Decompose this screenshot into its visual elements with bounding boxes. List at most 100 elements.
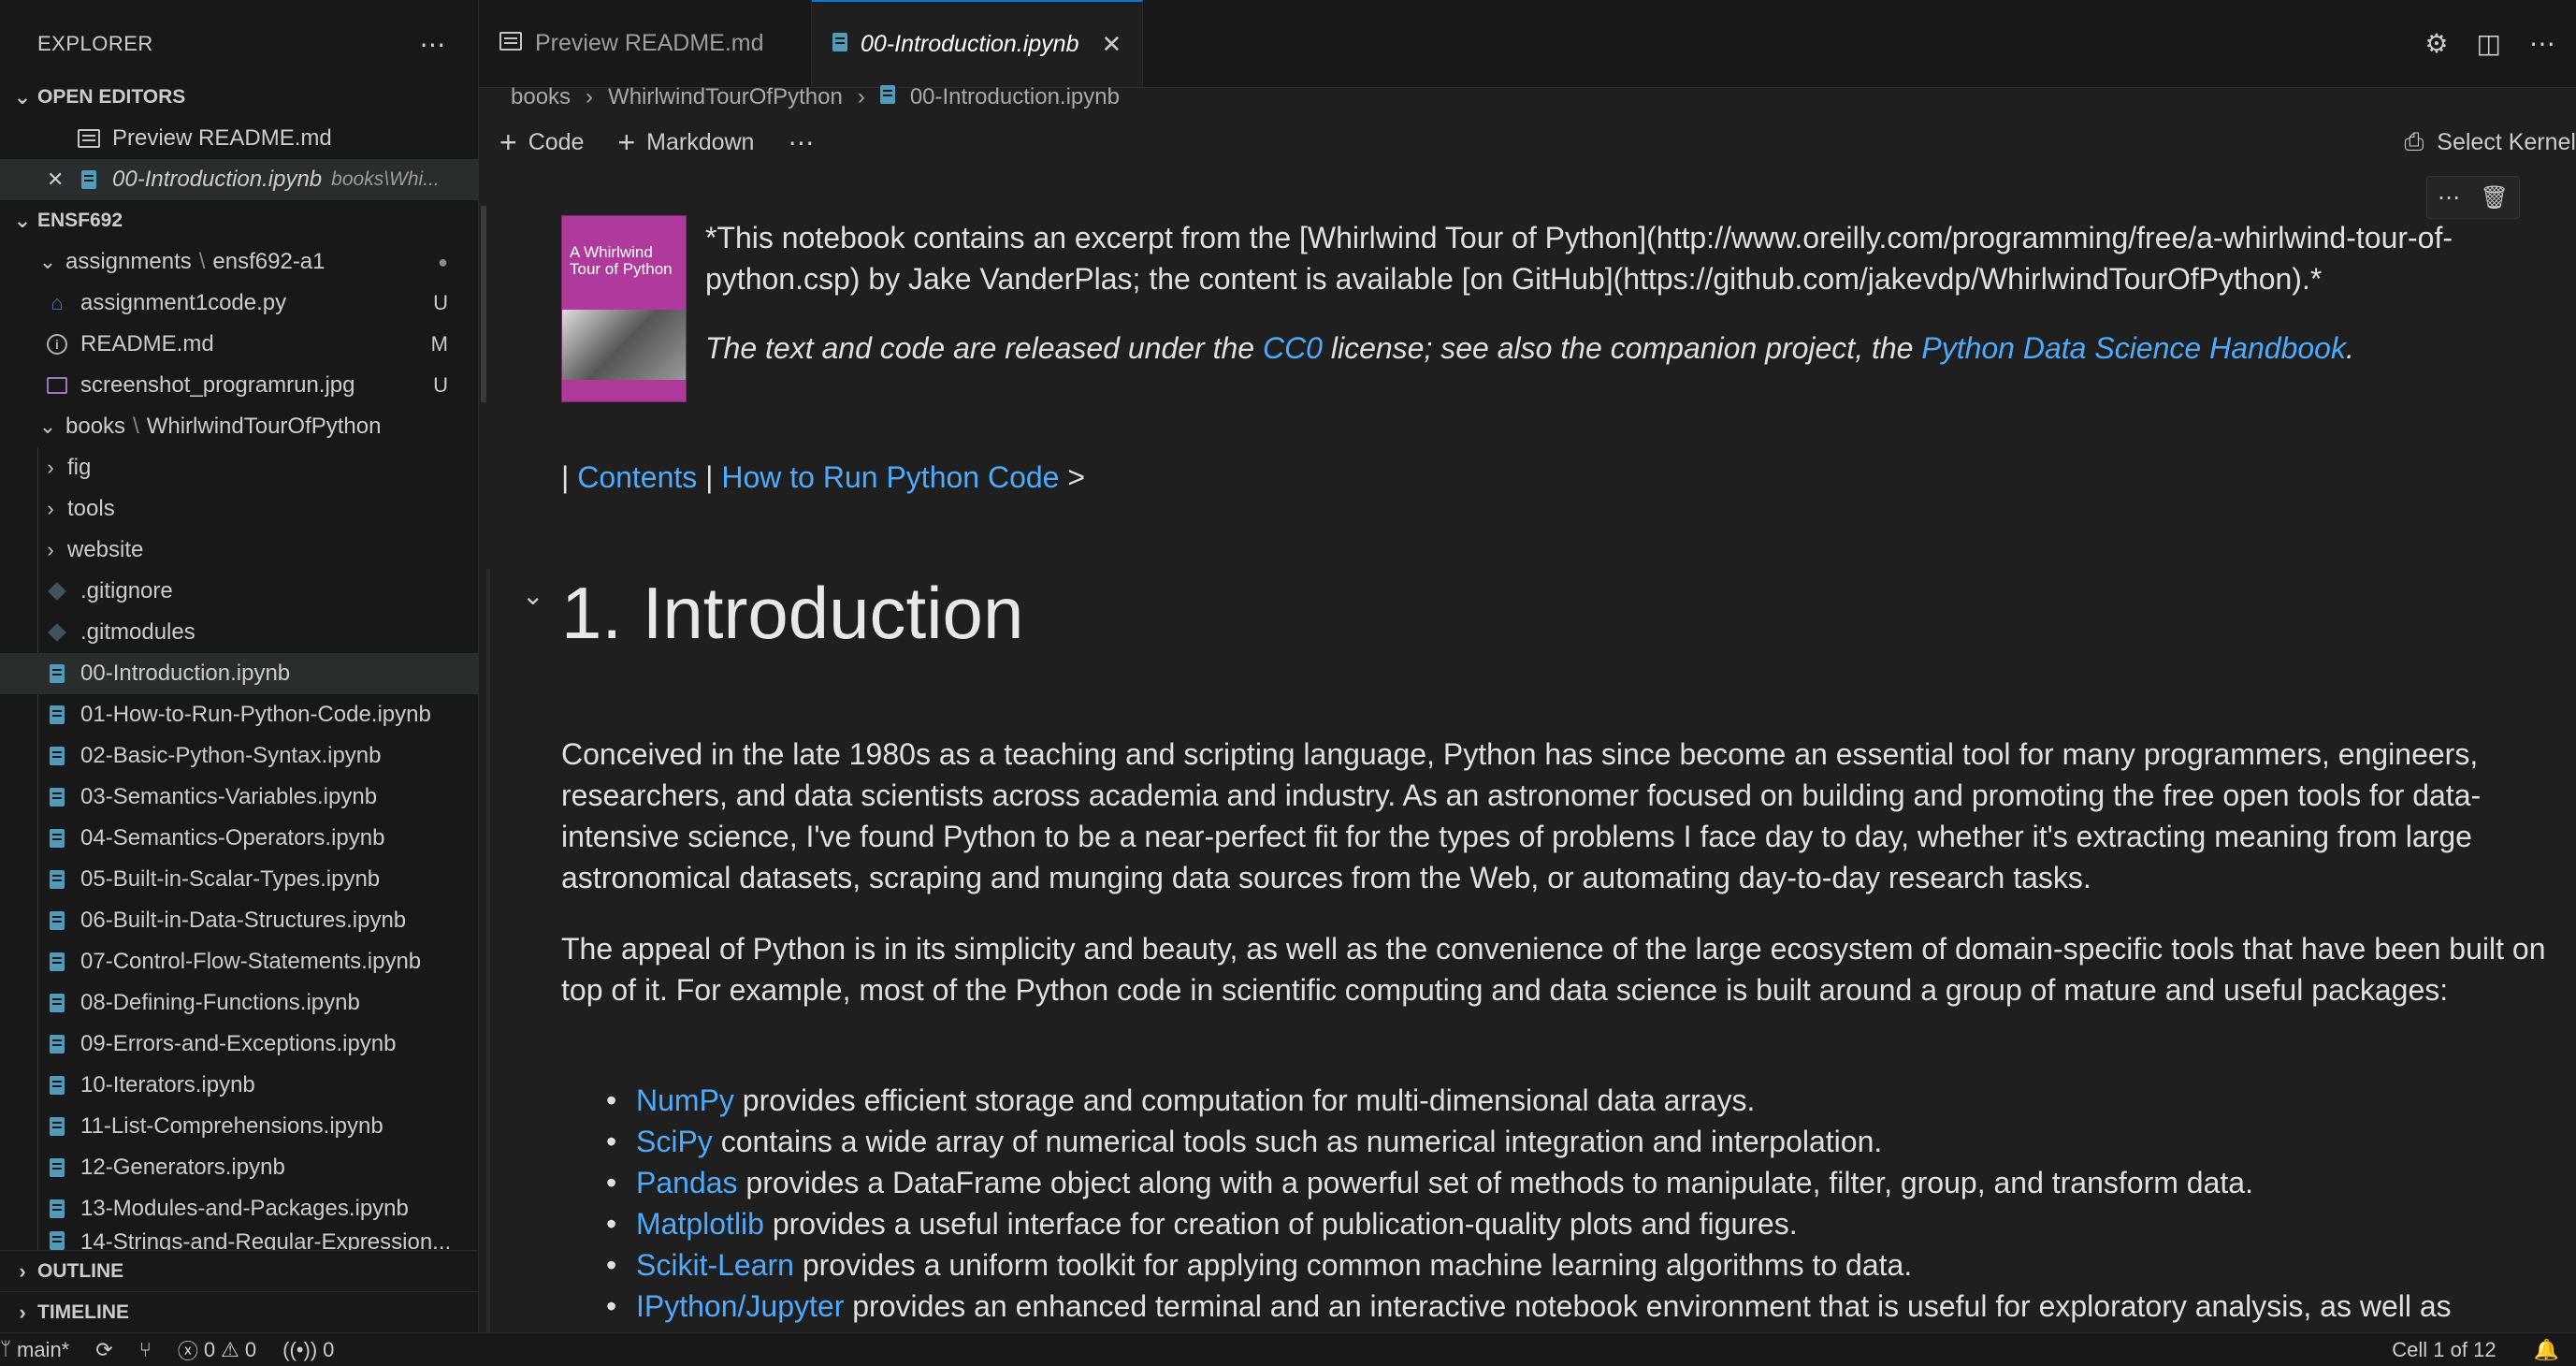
breadcrumb-item[interactable]: WhirlwindTourOfPython bbox=[608, 84, 843, 110]
list-item-text: contains a wide array of numerical tools… bbox=[712, 1125, 1883, 1158]
close-icon[interactable]: ✕ bbox=[47, 167, 77, 192]
add-markdown-cell-button[interactable]: + Markdown bbox=[617, 125, 754, 160]
error-icon: ⓧ bbox=[177, 1339, 198, 1363]
explorer-more-icon[interactable]: ⋯ bbox=[420, 29, 447, 60]
notebook-file-item[interactable]: 06-Built-in-Data-Structures.ipynb bbox=[0, 900, 478, 941]
broadcast-icon: ((•)) bbox=[282, 1337, 318, 1361]
split-editor-icon[interactable]: ◫ bbox=[2477, 28, 2501, 59]
cell-position[interactable]: Cell 1 of 12 bbox=[2392, 1338, 2496, 1362]
pandas-link[interactable]: Pandas bbox=[636, 1166, 738, 1199]
ipython-jupyter-link[interactable]: IPython/Jupyter bbox=[636, 1289, 844, 1323]
select-kernel-button[interactable]: ⎙ Select Kernel bbox=[2404, 122, 2576, 163]
sidebar-scrollbar[interactable] bbox=[481, 206, 486, 402]
collapse-chevron-icon[interactable]: ⌄ bbox=[522, 580, 543, 611]
git-status: U bbox=[433, 291, 448, 314]
notebook-file-item[interactable]: 13-Modules-and-Packages.ipynb bbox=[0, 1188, 478, 1229]
notebook-icon bbox=[45, 745, 69, 767]
editor-actions: ⚙ ◫ ⋯ bbox=[2424, 0, 2576, 87]
file-item[interactable]: ⌂ assignment1code.py U bbox=[0, 283, 478, 324]
more-actions-icon[interactable]: ⋯ bbox=[2529, 28, 2555, 59]
file-label: .gitignore bbox=[80, 578, 173, 603]
open-editor-item-active[interactable]: ✕ 00-Introduction.ipynb books\Whi... bbox=[0, 159, 478, 200]
problems-status[interactable]: ⓧ 0 ⚠ 0 bbox=[178, 1335, 256, 1365]
plus-icon: + bbox=[617, 124, 636, 159]
list-item: IPython/Jupyter provides an enhanced ter… bbox=[561, 1286, 2576, 1327]
file-label: 06-Built-in-Data-Structures.ipynb bbox=[80, 908, 407, 933]
numpy-link[interactable]: NumPy bbox=[636, 1083, 734, 1117]
cell-more-icon[interactable]: ⋯ bbox=[2438, 184, 2460, 211]
folder-sub-label: ensf692-a1 bbox=[212, 249, 326, 274]
python-file-icon: ⌂ bbox=[51, 291, 64, 314]
list-item-text: provides a useful interface for creation… bbox=[763, 1207, 1798, 1241]
file-label: 08-Defining-Functions.ipynb bbox=[80, 990, 360, 1015]
tab-preview-readme[interactable]: Preview README.md bbox=[479, 0, 812, 87]
file-label: 10-Iterators.ipynb bbox=[80, 1072, 255, 1097]
ports-status[interactable]: ((•)) 0 bbox=[282, 1338, 334, 1362]
notebook-icon bbox=[77, 168, 101, 191]
handbook-link[interactable]: Python Data Science Handbook bbox=[1921, 331, 2346, 365]
file-item[interactable]: .gitmodules bbox=[0, 612, 478, 653]
file-item[interactable]: screenshot_programrun.jpg U bbox=[0, 365, 478, 406]
cc0-link[interactable]: CC0 bbox=[1263, 331, 1323, 365]
notebook-nav: | Contents | How to Run Python Code > bbox=[561, 460, 1085, 495]
source-control-button[interactable]: ⑂ bbox=[139, 1338, 152, 1362]
chevron-right-icon: › bbox=[47, 497, 54, 520]
file-item[interactable]: i README.md M bbox=[0, 324, 478, 365]
file-label: README.md bbox=[80, 331, 214, 356]
appeal-paragraph: The appeal of Python is in its simplicit… bbox=[561, 932, 2546, 1007]
sync-icon: ⟳ bbox=[95, 1337, 113, 1361]
notebook-file-item[interactable]: 00-Introduction.ipynb bbox=[0, 653, 478, 694]
notebook-file-item[interactable]: 07-Control-Flow-Statements.ipynb bbox=[0, 941, 478, 982]
notebook-file-item[interactable]: 01-How-to-Run-Python-Code.ipynb bbox=[0, 694, 478, 735]
notebook-file-item[interactable]: 11-List-Comprehensions.ipynb bbox=[0, 1106, 478, 1147]
add-code-cell-button[interactable]: + Code bbox=[499, 125, 584, 160]
branch-status[interactable]: ᛘ main* bbox=[0, 1338, 69, 1362]
bell-icon[interactable]: 🔔 bbox=[2534, 1338, 2559, 1362]
notebook-icon bbox=[45, 1229, 69, 1250]
notebook-file-item[interactable]: 03-Semantics-Variables.ipynb bbox=[0, 777, 478, 818]
open-editor-item[interactable]: Preview README.md bbox=[0, 118, 478, 159]
folder-item[interactable]: › website bbox=[0, 530, 478, 571]
notebook-file-item[interactable]: 10-Iterators.ipynb bbox=[0, 1065, 478, 1106]
file-item[interactable]: .gitignore bbox=[0, 571, 478, 612]
gear-icon[interactable]: ⚙ bbox=[2424, 28, 2448, 59]
workspace-section[interactable]: ⌄ ENSF692 bbox=[0, 200, 478, 241]
git-status: U bbox=[433, 373, 448, 397]
statusbar-right: Cell 1 of 12 🔔 bbox=[2392, 1338, 2576, 1362]
breadcrumb-item[interactable]: books bbox=[511, 84, 571, 110]
tab-introduction-notebook[interactable]: 00-Introduction.ipynb ✕ bbox=[812, 0, 1144, 87]
outline-section[interactable]: › OUTLINE bbox=[0, 1250, 479, 1291]
chevron-down-icon: ⌄ bbox=[13, 85, 32, 109]
close-icon[interactable]: ✕ bbox=[1101, 30, 1122, 59]
breadcrumb-item[interactable]: 00-Introduction.ipynb bbox=[910, 84, 1120, 110]
folder-books[interactable]: ⌄ books \ WhirlwindTourOfPython bbox=[0, 406, 478, 447]
notebook-file-item[interactable]: 12-Generators.ipynb bbox=[0, 1147, 478, 1188]
tab-label: 00-Introduction.ipynb bbox=[861, 31, 1079, 57]
delete-cell-icon[interactable]: 🗑 bbox=[2481, 184, 2509, 211]
sync-button[interactable]: ⟳ bbox=[95, 1338, 112, 1362]
folder-item[interactable]: › tools bbox=[0, 488, 478, 530]
list-item: Scikit-Learn provides a uniform toolkit … bbox=[561, 1244, 2576, 1286]
notebook-icon bbox=[45, 1115, 69, 1138]
notebook-file-item[interactable]: 05-Built-in-Scalar-Types.ipynb bbox=[0, 859, 478, 900]
notebook-icon bbox=[45, 827, 69, 850]
file-label: 11-List-Comprehensions.ipynb bbox=[80, 1113, 384, 1139]
notebook-icon bbox=[45, 1156, 69, 1179]
folder-assignments[interactable]: ⌄ assignments \ ensf692-a1 ● bbox=[0, 241, 478, 283]
how-to-run-link[interactable]: How to Run Python Code bbox=[721, 460, 1059, 494]
scipy-link[interactable]: SciPy bbox=[636, 1125, 713, 1158]
matplotlib-link[interactable]: Matplotlib bbox=[636, 1207, 764, 1241]
contents-link[interactable]: Contents bbox=[577, 460, 697, 494]
notebook-file-item[interactable]: 08-Defining-Functions.ipynb bbox=[0, 982, 478, 1024]
folder-label: tools bbox=[67, 496, 115, 521]
notebook-file-item[interactable]: 09-Errors-and-Exceptions.ipynb bbox=[0, 1024, 478, 1065]
folder-item[interactable]: › fig bbox=[0, 447, 478, 488]
notebook-file-item[interactable]: 02-Basic-Python-Syntax.ipynb bbox=[0, 735, 478, 777]
toolbar-more-icon[interactable]: ⋯ bbox=[788, 127, 814, 158]
notebook-file-item[interactable]: 14-Strings-and-Regular-Expression... bbox=[0, 1229, 478, 1250]
open-editors-section[interactable]: ⌄ OPEN EDITORS bbox=[0, 77, 478, 118]
timeline-section[interactable]: › TIMELINE bbox=[0, 1291, 479, 1332]
scikit-learn-link[interactable]: Scikit-Learn bbox=[636, 1248, 794, 1282]
modified-dot: ● bbox=[438, 252, 448, 271]
notebook-file-item[interactable]: 04-Semantics-Operators.ipynb bbox=[0, 818, 478, 859]
